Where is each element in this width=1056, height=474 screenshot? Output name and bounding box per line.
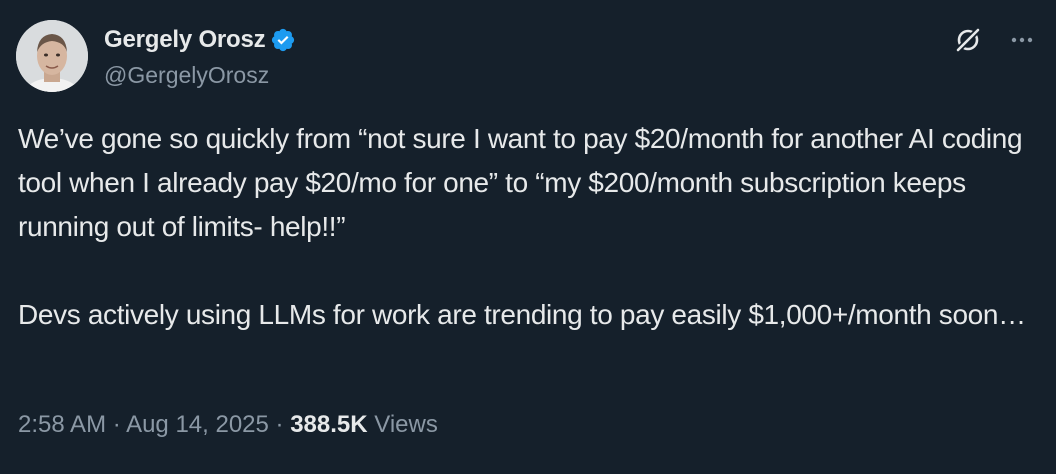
views-label: Views — [367, 411, 438, 438]
meta-separator: · — [268, 411, 291, 438]
more-icon — [1011, 37, 1033, 43]
tweet-meta: 2:58 AM · Aug 14, 2025 · 388.5K Views — [18, 407, 438, 443]
verified-badge-icon[interactable] — [270, 27, 296, 53]
tweet-card: Gergely Orosz @GergelyOrosz We’ve gone s… — [0, 0, 1056, 474]
author-name-row: Gergely Orosz — [104, 24, 296, 56]
tweet-time: 2:58 AM — [18, 411, 107, 438]
tweet-header-actions — [952, 24, 1038, 56]
avatar-photo — [16, 20, 88, 92]
views-count: 388.5K — [290, 411, 368, 438]
author-handle[interactable]: @GergelyOrosz — [104, 62, 296, 89]
meta-separator: · — [106, 411, 127, 438]
tweet-timestamp-link[interactable]: 2:58 AM · Aug 14, 2025 — [18, 411, 269, 438]
author-info: Gergely Orosz @GergelyOrosz — [104, 24, 296, 89]
grok-button[interactable] — [952, 24, 984, 56]
tweet-date: Aug 14, 2025 — [126, 411, 269, 438]
tweet-paragraph: Devs actively using LLMs for work are tr… — [18, 299, 1026, 330]
author-name[interactable]: Gergely Orosz — [104, 26, 266, 54]
more-button[interactable] — [1006, 24, 1038, 56]
grok-icon — [954, 26, 982, 54]
tweet-paragraph: We’ve gone so quickly from “not sure I w… — [18, 123, 1023, 242]
tweet-text: We’ve gone so quickly from “not sure I w… — [18, 117, 1028, 337]
author-avatar[interactable] — [16, 20, 88, 92]
